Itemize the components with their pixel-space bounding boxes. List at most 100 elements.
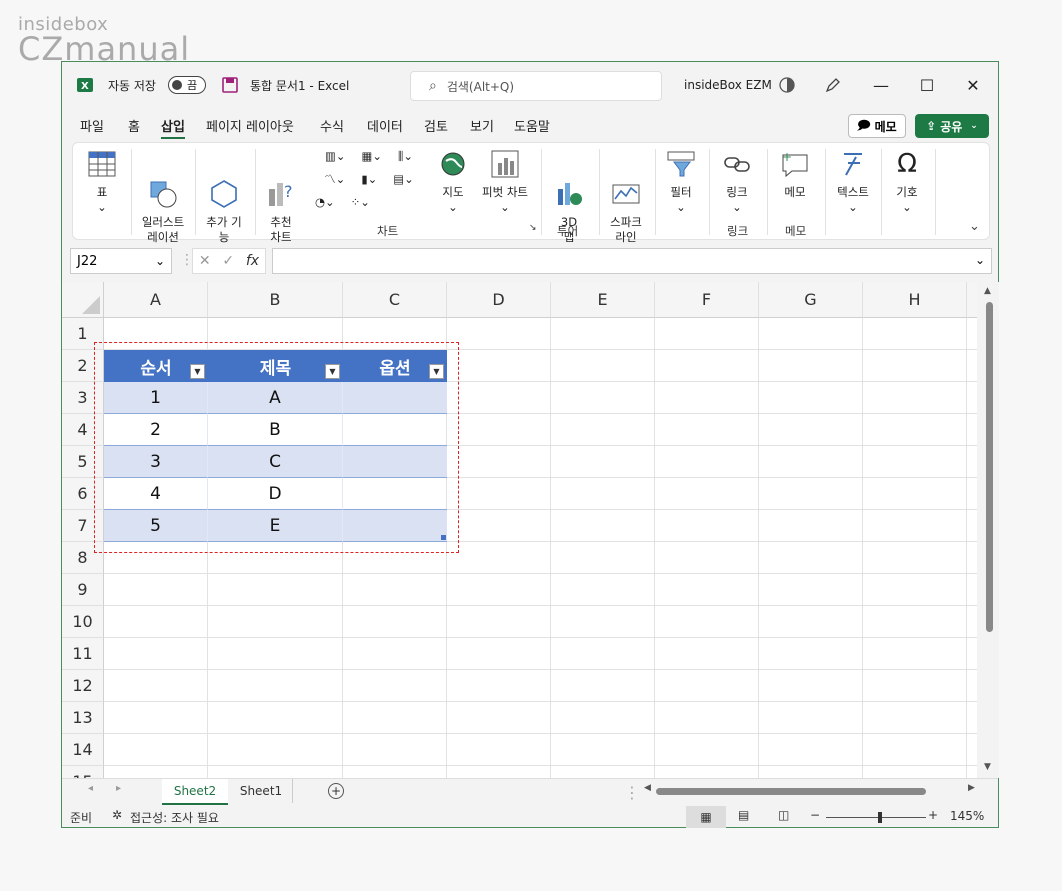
tab-formulas[interactable]: 수식 bbox=[320, 116, 344, 135]
sparklines-button[interactable]: 스파크 라인 bbox=[605, 149, 647, 260]
grid-line bbox=[758, 318, 759, 778]
hierarchy-chart-icon[interactable]: ▦⌄ bbox=[362, 149, 383, 164]
memo-button[interactable]: 🗩 메모 bbox=[848, 114, 906, 138]
addins-button[interactable]: 추가 기 능 bbox=[199, 149, 249, 260]
tab-review[interactable]: 검토 bbox=[424, 116, 448, 135]
tab-help[interactable]: 도움말 bbox=[514, 116, 550, 135]
copilot-icon[interactable] bbox=[778, 62, 796, 108]
symbol-button[interactable]: Ω 기호 ⌄ bbox=[889, 149, 925, 215]
statistic-chart-icon[interactable]: ▮⌄ bbox=[361, 172, 377, 187]
ribbon-collapse-icon[interactable]: ⌄ bbox=[969, 219, 980, 234]
column-header-a[interactable]: A bbox=[104, 282, 208, 318]
combo-chart-icon[interactable]: ▤⌄ bbox=[393, 172, 414, 187]
tab-home[interactable]: 홈 bbox=[128, 116, 140, 135]
column-chart-icon[interactable]: ▥⌄ bbox=[325, 149, 346, 164]
column-header-i[interactable]: I bbox=[967, 282, 977, 318]
scroll-up-icon[interactable]: ▲ bbox=[984, 286, 991, 296]
chevron-down-icon[interactable]: ⌄ bbox=[975, 253, 985, 267]
sheet-tab-sheet1[interactable]: Sheet1 bbox=[230, 779, 293, 803]
column-header-f[interactable]: F bbox=[655, 282, 759, 318]
enter-icon[interactable]: ✓ bbox=[222, 253, 234, 269]
row-header-14[interactable]: 14 bbox=[62, 734, 104, 766]
text-button[interactable]: 텍스트 ⌄ bbox=[831, 149, 875, 215]
tab-insert[interactable]: 삽입 bbox=[161, 116, 185, 139]
vertical-scrollbar[interactable]: ▲ ▼ bbox=[979, 282, 999, 778]
tab-data[interactable]: 데이터 bbox=[367, 116, 403, 135]
illustrations-button[interactable]: 일러스트 레이션 bbox=[135, 149, 191, 260]
filter-button[interactable]: 필터 ⌄ bbox=[663, 149, 699, 215]
document-title: 통합 문서1 - Excel bbox=[250, 78, 350, 93]
sheet-tab-sheet2[interactable]: Sheet2 bbox=[162, 779, 228, 805]
maps-button[interactable]: 지도 ⌄ bbox=[435, 149, 471, 215]
row-header-10[interactable]: 10 bbox=[62, 606, 104, 638]
page-break-view-icon[interactable]: ◫ bbox=[778, 808, 789, 822]
tab-view[interactable]: 보기 bbox=[470, 116, 494, 135]
column-header-g[interactable]: G bbox=[759, 282, 863, 318]
zoom-in-button[interactable]: + bbox=[928, 808, 938, 822]
zoom-slider-thumb[interactable] bbox=[878, 812, 882, 823]
formula-input[interactable]: ⌄ bbox=[272, 248, 992, 274]
recommended-charts-button[interactable]: ? 추천 차트 bbox=[261, 149, 301, 260]
tab-page-layout[interactable]: 페이지 레이아웃 bbox=[206, 116, 294, 135]
autosave-toggle[interactable]: 끔 bbox=[168, 62, 206, 108]
minimize-button[interactable]: — bbox=[858, 62, 904, 108]
add-sheet-button[interactable]: + bbox=[324, 779, 348, 803]
zoom-slider[interactable] bbox=[826, 817, 926, 818]
recommended-charts-icon: ? bbox=[266, 164, 296, 206]
user-name[interactable]: insideBox EZM bbox=[684, 62, 772, 108]
row-header-11[interactable]: 11 bbox=[62, 638, 104, 670]
group-label-tour: 투어 bbox=[557, 224, 579, 238]
link-button[interactable]: 링크 ⌄ bbox=[719, 149, 755, 215]
accessibility-status[interactable]: 접근성: 조사 필요 bbox=[130, 809, 219, 826]
search-icon: ⌕ bbox=[429, 78, 437, 94]
hscroll-right-icon[interactable]: ▶ bbox=[968, 783, 975, 793]
column-header-d[interactable]: D bbox=[447, 282, 551, 318]
omega-icon: Ω bbox=[897, 149, 917, 179]
search-box[interactable]: ⌕ 검색(Alt+Q) bbox=[410, 71, 662, 101]
select-all-corner[interactable] bbox=[62, 282, 104, 318]
3d-map-button[interactable]: 3D 맵 bbox=[551, 149, 587, 260]
normal-view-icon[interactable]: ▦ bbox=[686, 806, 726, 828]
tab-file[interactable]: 파일 bbox=[80, 116, 104, 135]
dialog-launcher-icon[interactable]: ↘ bbox=[529, 223, 537, 233]
sheet-tabs-bar: ◂ ▸ Sheet2 Sheet1 + ⋮ ◀ ▶ bbox=[62, 778, 998, 807]
vertical-scroll-thumb[interactable] bbox=[986, 302, 993, 632]
chart-type-buttons: ▥⌄ ▦⌄ ⫼⌄ 〽⌄ ▮⌄ ▤⌄ ◔⌄ ⁘⌄ bbox=[309, 149, 429, 210]
column-header-b[interactable]: B bbox=[208, 282, 343, 318]
column-header-h[interactable]: H bbox=[863, 282, 967, 318]
cancel-icon[interactable]: ✕ bbox=[199, 253, 211, 269]
line-chart-icon[interactable]: 〽⌄ bbox=[324, 172, 345, 187]
share-button[interactable]: ⇪ 공유 ⌄ bbox=[915, 114, 989, 138]
column-header-c[interactable]: C bbox=[343, 282, 447, 318]
row-header-12[interactable]: 12 bbox=[62, 670, 104, 702]
maximize-button[interactable]: ☐ bbox=[904, 62, 950, 108]
column-header-e[interactable]: E bbox=[551, 282, 655, 318]
zoom-out-button[interactable]: − bbox=[810, 808, 820, 822]
status-ready: 준비 bbox=[70, 811, 93, 825]
page-layout-view-icon[interactable]: ▤ bbox=[738, 808, 749, 822]
waterfall-chart-icon[interactable]: ⫼⌄ bbox=[398, 149, 413, 164]
row-header-15[interactable]: 15 bbox=[62, 766, 104, 778]
excel-logo-icon: X bbox=[76, 62, 94, 108]
table-button[interactable]: 표 ⌄ bbox=[83, 149, 121, 215]
pivot-chart-button[interactable]: 피벗 차트 ⌄ bbox=[475, 149, 535, 215]
close-button[interactable]: ✕ bbox=[950, 62, 996, 108]
row-header-9[interactable]: 9 bbox=[62, 574, 104, 606]
hscroll-left-icon[interactable]: ◀ bbox=[644, 783, 651, 793]
splitter-handle-icon[interactable]: ⋮ bbox=[624, 783, 640, 802]
name-box[interactable]: J22 ⌄ bbox=[70, 248, 172, 274]
tab-scroll-right-icon[interactable]: ▸ bbox=[116, 783, 121, 794]
scatter-chart-icon[interactable]: ⁘⌄ bbox=[351, 195, 370, 210]
worksheet-grid[interactable]: ABCDEFGHI123456789101112131415순서▼제목▼옵션▼1… bbox=[62, 282, 977, 778]
tab-scroll-left-icon[interactable]: ◂ bbox=[88, 783, 93, 794]
save-icon[interactable] bbox=[222, 62, 238, 108]
pie-chart-icon[interactable]: ◔⌄ bbox=[315, 195, 335, 210]
new-memo-button[interactable]: + 메모 bbox=[777, 149, 813, 200]
horizontal-scroll-thumb[interactable] bbox=[656, 788, 926, 795]
grid-line bbox=[104, 733, 977, 734]
pen-icon[interactable] bbox=[824, 62, 842, 108]
row-header-13[interactable]: 13 bbox=[62, 702, 104, 734]
scroll-down-icon[interactable]: ▼ bbox=[984, 762, 991, 772]
zoom-level[interactable]: 145% bbox=[950, 809, 984, 823]
insert-function-button[interactable]: fx bbox=[246, 253, 259, 269]
